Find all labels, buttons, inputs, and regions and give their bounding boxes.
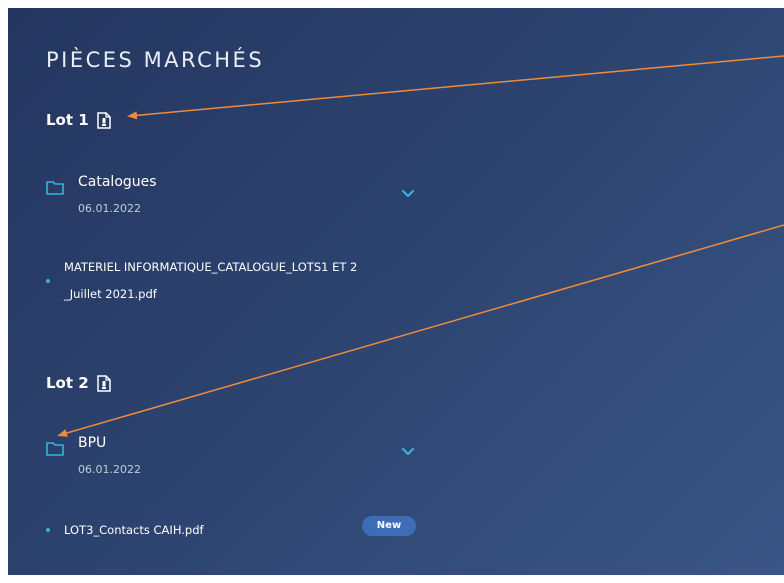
lot-2-heading: Lot 2 [46,374,111,392]
section-title: PIÈCES MARCHÉS [46,48,265,72]
chevron-down-icon[interactable] [402,190,414,198]
document-icon[interactable] [96,374,111,392]
file-item[interactable]: LOT3_Contacts CAIH.pdf [46,516,204,544]
bullet [46,279,50,283]
folder-name: Catalogues [78,174,157,190]
lot-1-label: Lot 1 [46,111,89,129]
chevron-down-icon[interactable] [402,448,414,456]
lot-2-label: Lot 2 [46,374,89,392]
new-badge: New [362,516,416,536]
folder-date: 06.01.2022 [78,463,141,476]
document-icon[interactable] [96,111,111,129]
file-item[interactable]: MATERIEL INFORMATIQUE_CATALOGUE_LOTS1 ET… [46,254,357,308]
pieces-marches-panel: PIÈCES MARCHÉS Lot 1 Catalogues 06.01.20… [8,8,784,575]
folder-catalogues[interactable]: Catalogues 06.01.2022 [46,174,157,215]
file-name-line-1: MATERIEL INFORMATIQUE_CATALOGUE_LOTS1 ET… [64,260,358,274]
bullet [46,528,50,532]
folder-icon [46,442,64,456]
folder-name: BPU [78,435,107,451]
file-name-line-2: _Juillet 2021.pdf [64,287,157,301]
folder-date: 06.01.2022 [78,202,141,215]
file-name: LOT3_Contacts CAIH.pdf [64,523,204,537]
folder-bpu[interactable]: BPU 06.01.2022 [46,435,141,476]
folder-icon [46,181,64,195]
lot-1-heading: Lot 1 [46,111,111,129]
